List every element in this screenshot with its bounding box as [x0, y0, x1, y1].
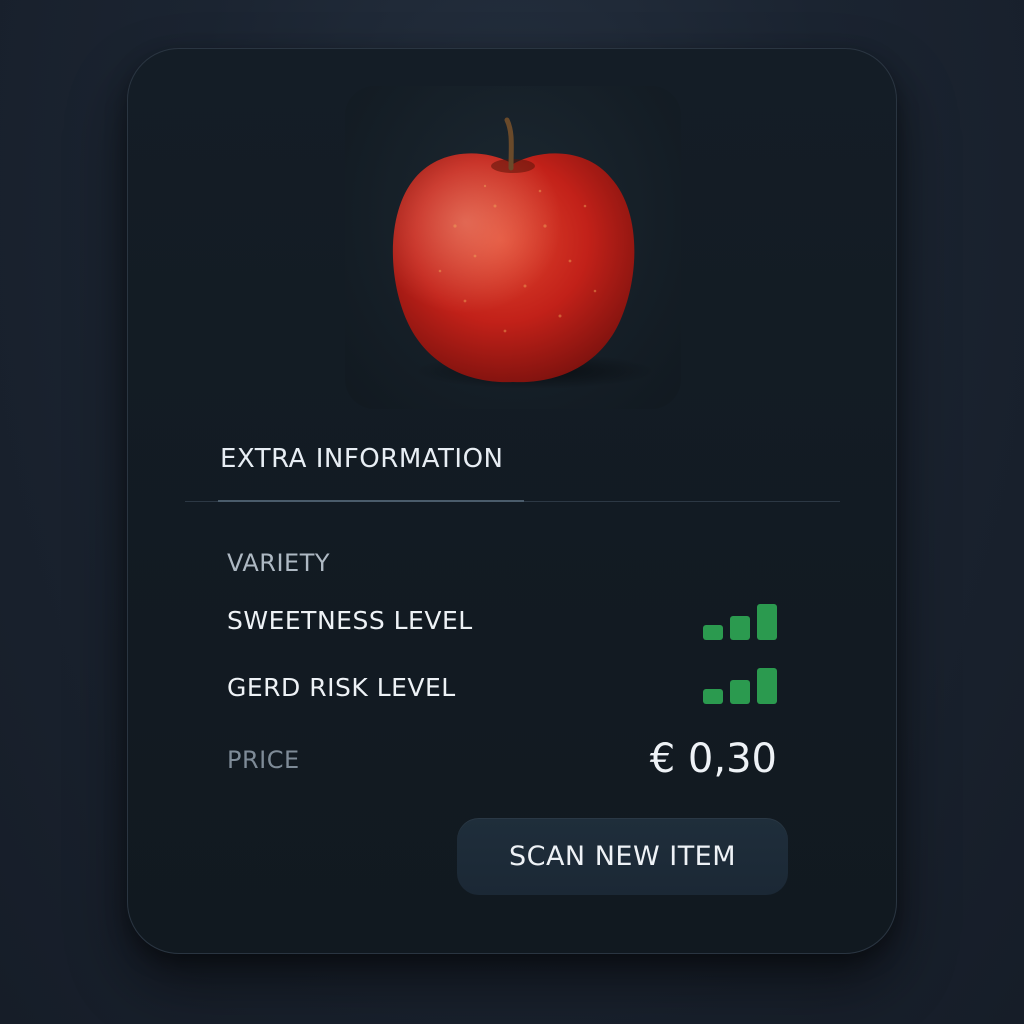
variety-label: VARIETY — [227, 549, 331, 577]
sweetness-label: SWEETNESS LEVEL — [227, 606, 473, 635]
level-bar-2 — [730, 616, 750, 640]
level-bar-3 — [757, 668, 777, 704]
product-card: EXTRA INFORMATION VARIETY SWEETNESS LEVE… — [127, 48, 897, 954]
level-bar-1 — [703, 625, 723, 640]
apple-icon — [392, 117, 655, 389]
sweetness-level-indicator — [703, 602, 779, 640]
level-bar-1 — [703, 689, 723, 704]
active-tab-indicator — [218, 500, 524, 502]
tab-bar: EXTRA INFORMATION — [185, 444, 840, 502]
gerd-risk-level-indicator — [703, 666, 779, 704]
gerd-risk-label: GERD RISK LEVEL — [227, 673, 456, 702]
tab-extra-information[interactable]: EXTRA INFORMATION — [220, 444, 504, 474]
product-image — [345, 86, 681, 409]
price-label: PRICE — [227, 746, 300, 774]
level-bar-2 — [730, 680, 750, 704]
price-value: € 0,30 — [649, 736, 777, 782]
scan-new-item-button[interactable]: SCAN NEW ITEM — [457, 818, 788, 895]
level-bar-3 — [757, 604, 777, 640]
